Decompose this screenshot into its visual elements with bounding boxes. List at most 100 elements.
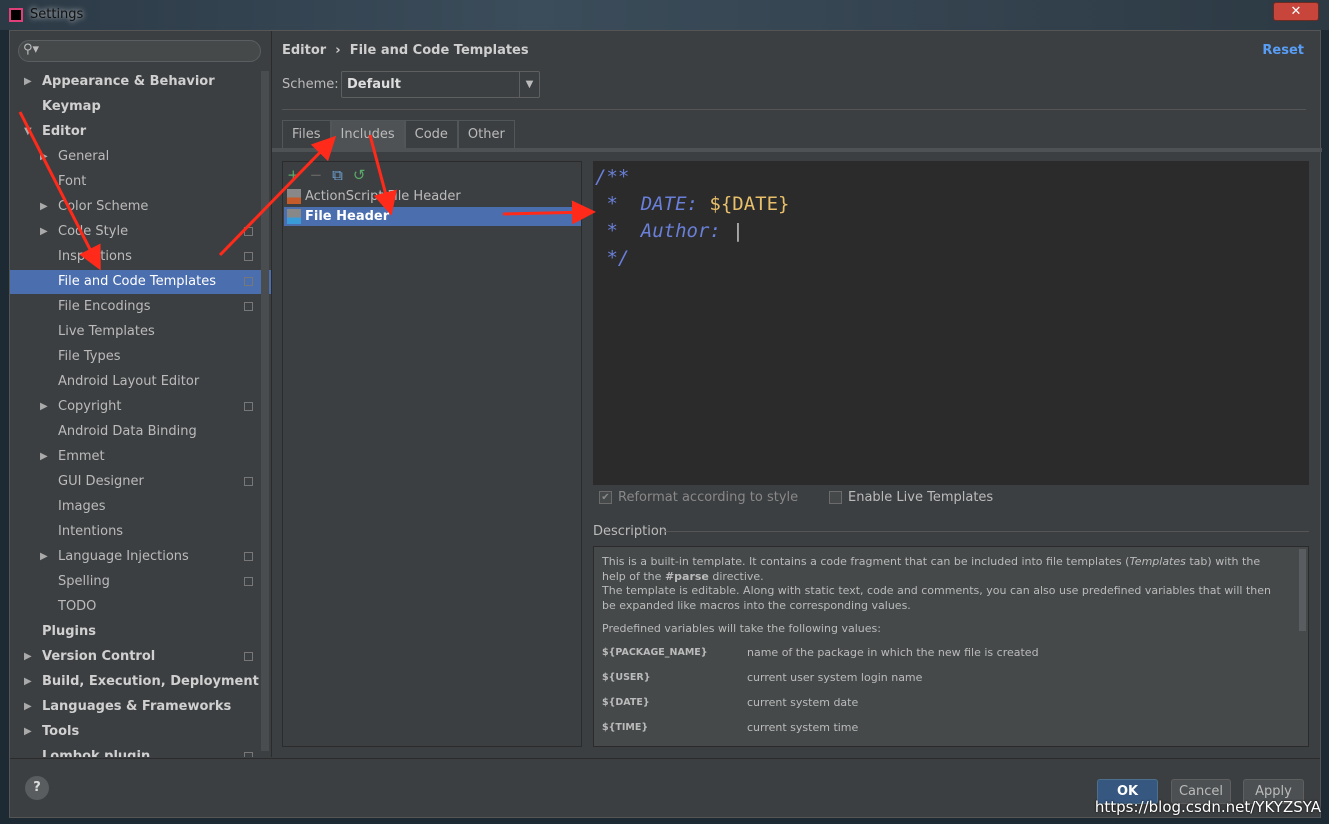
sidebar-item-label: General	[58, 149, 110, 164]
project-settings-icon	[244, 652, 253, 661]
sidebar-item-editor[interactable]: ▼ Editor	[10, 120, 271, 144]
add-button[interactable]: +	[287, 166, 300, 184]
sidebar-item-label: GUI Designer	[58, 474, 144, 489]
sidebar-item-inspections[interactable]: Inspections	[10, 245, 271, 269]
sidebar-item-appearance-behavior[interactable]: ▶ Appearance & Behavior	[10, 70, 271, 94]
variable-row: ${PACKAGE_NAME} name of the package in wh…	[602, 646, 1282, 671]
settings-dialog: ⚲▾ ▶ Appearance & Behavior Keymap ▼ Editor ▶ G…	[9, 30, 1322, 818]
sidebar-scrollbar[interactable]	[261, 71, 269, 751]
copy-icon[interactable]: ⧉	[332, 166, 343, 184]
template-item-selected[interactable]: File Header	[284, 207, 581, 226]
code-line: * Author: |	[595, 218, 1309, 245]
sidebar-item-languages-frameworks[interactable]: ▶ Languages & Frameworks	[10, 695, 271, 719]
tab-other[interactable]: Other	[457, 120, 515, 148]
sidebar-item-build-execution-deployment[interactable]: ▶ Build, Execution, Deployment	[10, 670, 271, 694]
variable-row: ${USER} current user system login name	[602, 671, 1282, 696]
sidebar-item-android-data-binding[interactable]: Android Data Binding	[10, 420, 271, 444]
divider	[271, 31, 272, 757]
sidebar-item-emmet[interactable]: ▶ Emmet	[10, 445, 271, 469]
sidebar-item-label: Keymap	[42, 99, 101, 114]
sidebar-item-intentions[interactable]: Intentions	[10, 520, 271, 544]
sidebar-item-label: Android Layout Editor	[58, 374, 200, 389]
scheme-dropdown[interactable]: Default ▼	[341, 71, 540, 98]
template-editor[interactable]: /** * DATE: ${DATE} * Author: | */	[593, 161, 1309, 485]
sidebar-item-gui-designer[interactable]: GUI Designer	[10, 470, 271, 494]
chevron-right-icon[interactable]: ▶	[40, 220, 48, 244]
reformat-checkbox[interactable]: ✔ Reformat according to style	[599, 490, 798, 505]
description-scrollbar[interactable]	[1299, 549, 1306, 631]
sidebar-item-label: Intentions	[58, 524, 124, 539]
chevron-right-icon[interactable]: ▶	[24, 720, 32, 744]
sidebar-item-label: Appearance & Behavior	[42, 74, 215, 89]
close-button[interactable]: ✕	[1273, 2, 1319, 21]
description-text: Predefined variables will take the follo…	[602, 622, 881, 635]
sidebar-item-lombok-plugin[interactable]: Lombok plugin	[10, 745, 271, 757]
sidebar-item-android-layout-editor[interactable]: Android Layout Editor	[10, 370, 271, 394]
live-templates-checkbox[interactable]: Enable Live Templates	[829, 490, 993, 505]
sidebar-item-label: Languages & Frameworks	[42, 699, 232, 714]
chevron-right-icon[interactable]: ▶	[24, 70, 32, 94]
breadcrumb-current: File and Code Templates	[349, 43, 529, 58]
window-title: Settings	[30, 7, 84, 22]
sidebar-item-file-and-code-templates[interactable]: File and Code Templates	[10, 270, 271, 294]
sidebar-item-label: Inspections	[58, 249, 132, 264]
sidebar-item-file-types[interactable]: File Types	[10, 345, 271, 369]
sidebar-item-plugins[interactable]: Plugins	[10, 620, 271, 644]
sidebar-item-label: Editor	[42, 124, 87, 139]
chevron-right-icon[interactable]: ▶	[40, 545, 48, 569]
reset-icon[interactable]: ↺	[353, 166, 366, 184]
sidebar-item-label: Live Templates	[58, 324, 155, 339]
chevron-right-icon[interactable]: ▶	[40, 445, 48, 469]
sidebar-item-todo[interactable]: TODO	[10, 595, 271, 619]
code-text: * Author:	[595, 220, 733, 242]
tab-code[interactable]: Code	[404, 120, 458, 148]
sidebar-item-label: Lombok plugin	[42, 749, 151, 757]
search-icon: ⚲▾	[23, 42, 40, 57]
tab-includes[interactable]: Includes	[330, 120, 405, 148]
title-bar: Settings ✕	[0, 0, 1329, 30]
sidebar-item-label: Font	[58, 174, 87, 189]
code-line: /**	[595, 166, 630, 188]
variable-row: ${DATE} current system date	[602, 696, 1282, 721]
chevron-right-icon[interactable]: ▶	[24, 670, 32, 694]
scheme-label: Scheme:	[282, 77, 339, 92]
sidebar-item-images[interactable]: Images	[10, 495, 271, 519]
sidebar-item-live-templates[interactable]: Live Templates	[10, 320, 271, 344]
search-input[interactable]: ⚲▾	[18, 40, 261, 62]
sidebar-item-version-control[interactable]: ▶ Version Control	[10, 645, 271, 669]
sidebar-item-color-scheme[interactable]: ▶ Color Scheme	[10, 195, 271, 219]
help-button[interactable]: ?	[25, 776, 49, 800]
sidebar-item-label: File Encodings	[58, 299, 151, 314]
variable-name: ${USER}	[602, 671, 651, 683]
sidebar-item-keymap[interactable]: Keymap	[10, 95, 271, 119]
project-settings-icon	[244, 552, 253, 561]
chevron-right-icon[interactable]: ▶	[40, 145, 48, 169]
sidebar-item-language-injections[interactable]: ▶ Language Injections	[10, 545, 271, 569]
sidebar-item-label: Build, Execution, Deployment	[42, 674, 259, 689]
intellij-icon	[9, 8, 23, 22]
chevron-right-icon[interactable]: ▶	[24, 645, 32, 669]
chevron-right-icon[interactable]: ▶	[40, 395, 48, 419]
chevron-down-icon[interactable]: ▼	[24, 120, 32, 144]
checkbox-checked: ✔	[599, 491, 612, 504]
sidebar-item-copyright[interactable]: ▶ Copyright	[10, 395, 271, 419]
scheme-value: Default	[347, 77, 401, 92]
reset-link[interactable]: Reset	[1262, 43, 1304, 58]
sidebar-item-code-style[interactable]: ▶ Code Style	[10, 220, 271, 244]
checkbox-unchecked	[829, 491, 842, 504]
remove-button[interactable]: −	[310, 166, 323, 184]
sidebar-item-label: Tools	[42, 724, 80, 739]
sidebar-item-tools[interactable]: ▶ Tools	[10, 720, 271, 744]
text-cursor: |	[732, 220, 744, 242]
sidebar: ⚲▾ ▶ Appearance & Behavior Keymap ▼ Editor ▶ G…	[10, 31, 271, 757]
sidebar-item-font[interactable]: Font	[10, 170, 271, 194]
template-item[interactable]: ActionScript File Header	[284, 187, 581, 206]
sidebar-item-label: File Types	[58, 349, 121, 364]
tab-files[interactable]: Files	[282, 120, 331, 148]
chevron-right-icon[interactable]: ▶	[40, 195, 48, 219]
chevron-right-icon[interactable]: ▶	[24, 695, 32, 719]
sidebar-item-general[interactable]: ▶ General	[10, 145, 271, 169]
sidebar-item-spelling[interactable]: Spelling	[10, 570, 271, 594]
chevron-down-icon: ▼	[519, 72, 539, 97]
sidebar-item-file-encodings[interactable]: File Encodings	[10, 295, 271, 319]
